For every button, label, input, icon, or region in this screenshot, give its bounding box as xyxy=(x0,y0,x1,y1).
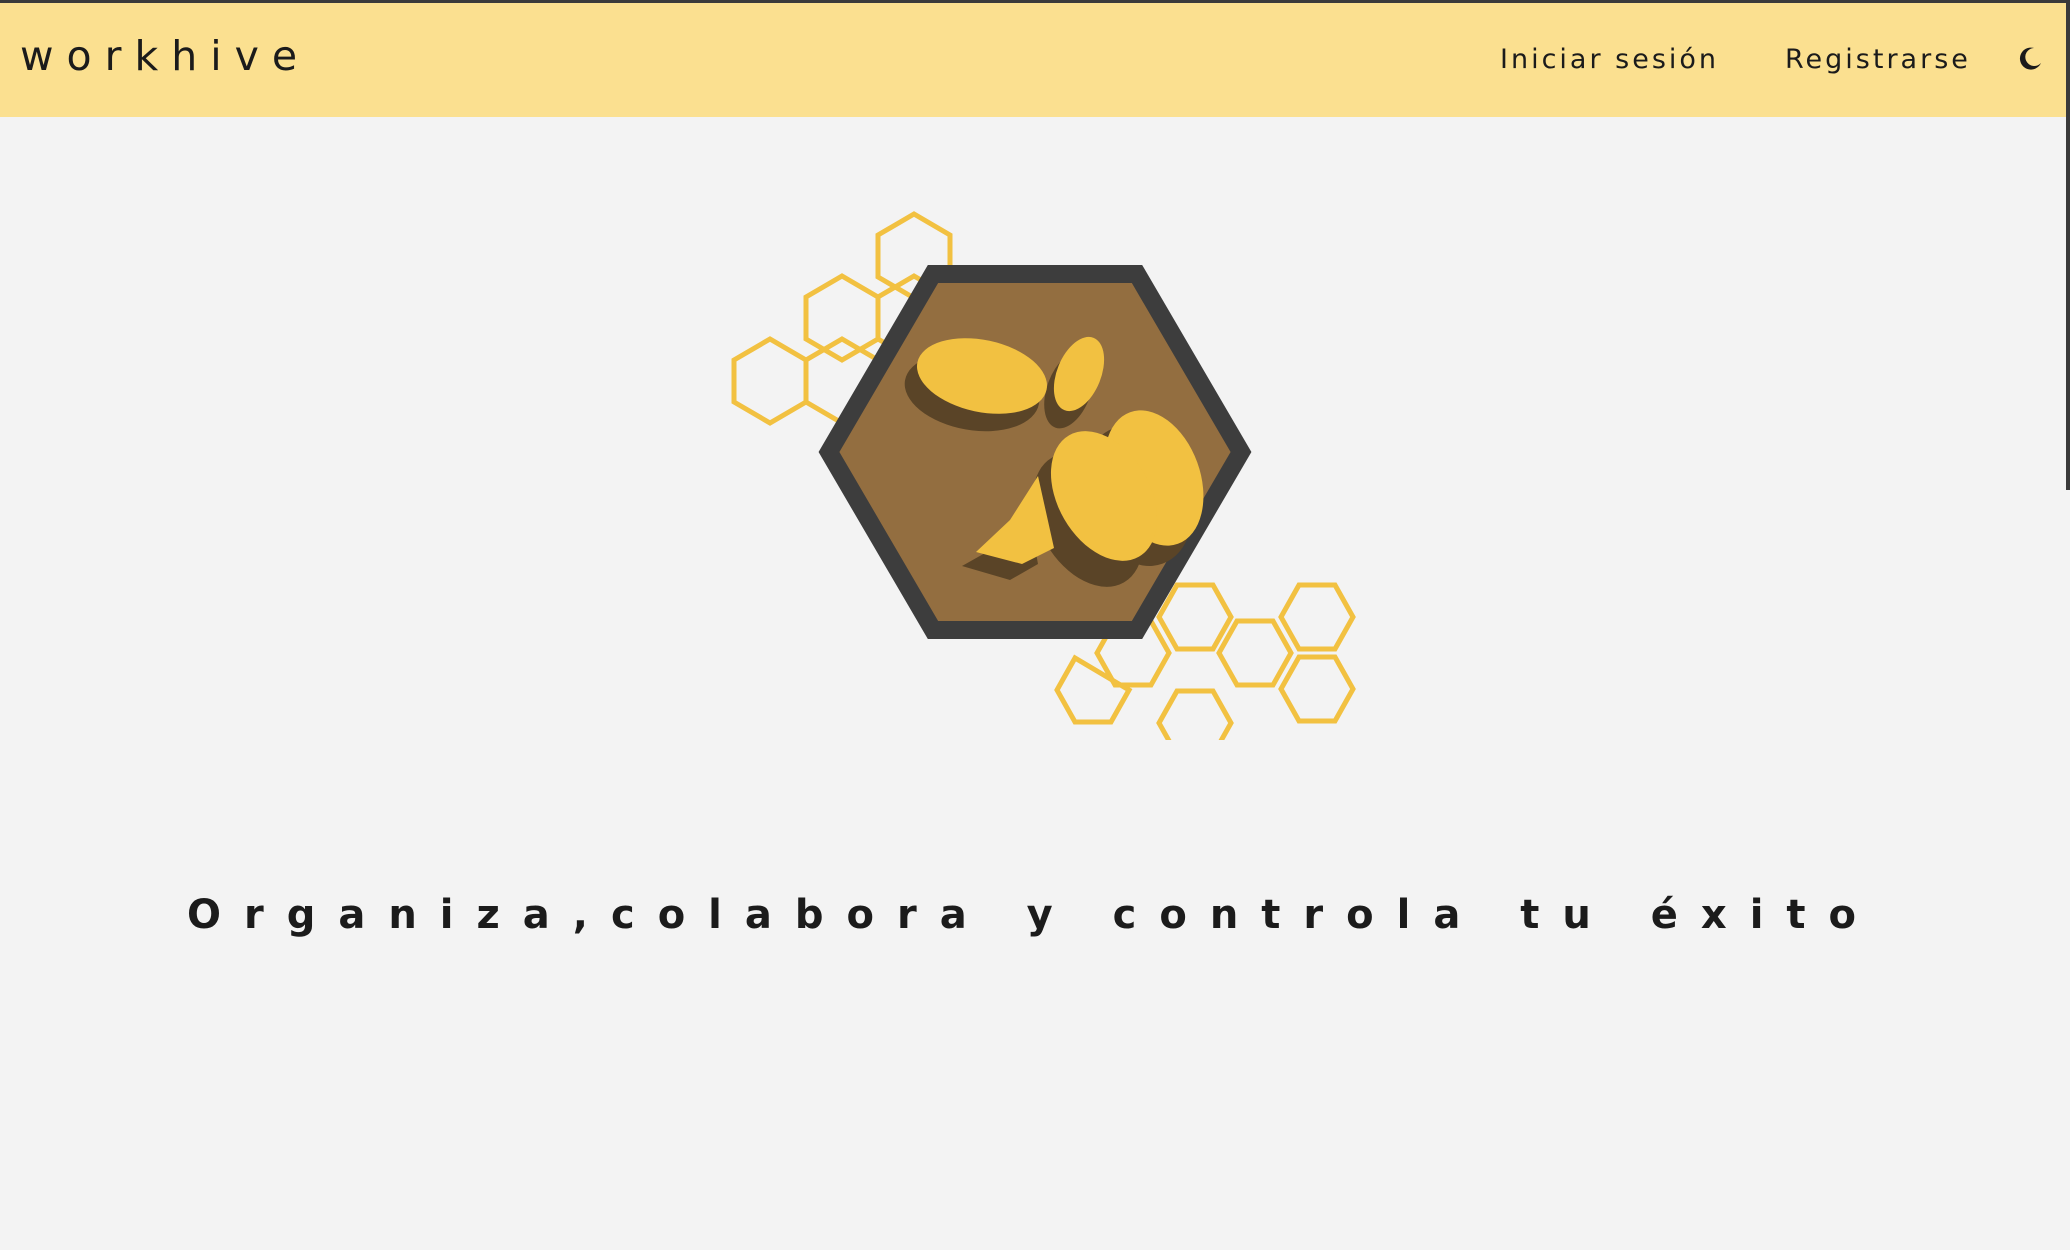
hero-tagline: Organiza,colabora y controla tu éxito xyxy=(186,892,1880,938)
brand-logo-text[interactable]: workhive xyxy=(20,36,310,77)
moon-icon[interactable] xyxy=(2016,45,2044,73)
navbar: workhive Iniciar sesión Registrarse xyxy=(0,3,2066,117)
scrollbar-thumb[interactable] xyxy=(2066,0,2070,490)
bee-hexagon-logo xyxy=(700,170,1400,758)
login-link[interactable]: Iniciar sesión xyxy=(1500,46,1719,73)
register-link[interactable]: Registrarse xyxy=(1785,46,1971,73)
